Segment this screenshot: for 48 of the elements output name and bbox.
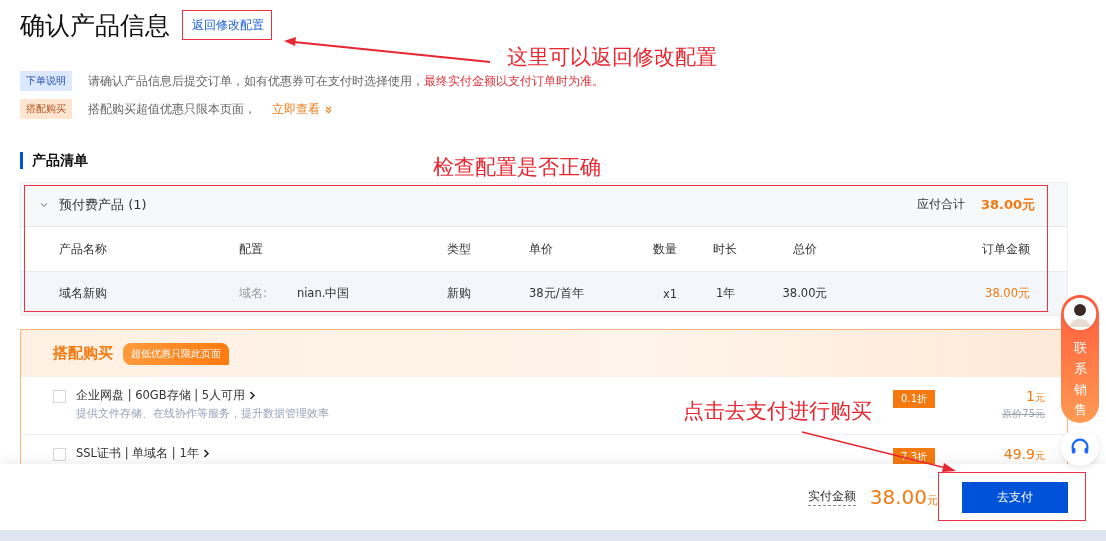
addon-name[interactable]: SSL证书 | 单域名 | 1年 <box>76 446 210 461</box>
table-cell-text: 38元/首年 <box>529 286 585 301</box>
addon-description: 提供文件存储、在线协作等服务，提升数据管理效率 <box>76 406 329 421</box>
contact-label: 联系销售 <box>1073 339 1087 420</box>
table-cell-text: 新购 <box>447 286 472 301</box>
column-header: 单价 <box>529 241 554 257</box>
notice-tag: 搭配购买 <box>20 99 72 119</box>
column-header: 总价 <box>792 241 818 257</box>
total-amount: 38.00元 <box>980 195 1035 214</box>
original-price: 原价75元 <box>1002 407 1045 421</box>
table-cell-text: 1年 <box>715 286 737 301</box>
pay-button[interactable]: 去支付 <box>962 481 1068 513</box>
group-label: 预付费产品 (1) <box>59 195 148 214</box>
addon-badge: 超低优惠只限此页面 <box>123 342 229 365</box>
notice-text: 请确认产品信息后提交订单，如有优惠券可在支付时选择使用，最终实付金额以支付订单时为准。 <box>88 73 604 89</box>
table-cell-text: 38.00元 <box>984 286 1030 301</box>
table-cell-text: 38.00元 <box>781 286 829 301</box>
annotation-text: 点击去支付进行购买 <box>683 398 872 425</box>
table-cell-text: 域名新购 <box>59 286 108 301</box>
addon-price: 49.9元 <box>1003 446 1045 463</box>
notice-text: 搭配购买超值优惠只限本页面， <box>88 101 256 117</box>
back-link[interactable]: 返回修改配置 <box>192 16 264 34</box>
addon-price: 1元 <box>1026 388 1045 405</box>
chevron-icon[interactable] <box>249 391 257 400</box>
checkbox[interactable] <box>53 390 66 403</box>
addon-title: 搭配购买 <box>53 344 113 363</box>
checkbox[interactable] <box>53 448 66 461</box>
column-header: 配置 <box>239 241 264 257</box>
column-header: 数量 <box>652 241 677 257</box>
column-header: 订单金额 <box>981 241 1030 257</box>
config-value: nian.中国 <box>296 286 350 301</box>
config-label: 域名: <box>239 286 267 301</box>
double-chevron-icon[interactable] <box>324 104 333 114</box>
table-cell-text: x1 <box>661 286 677 301</box>
notice-tag: 下单说明 <box>20 71 72 91</box>
column-header: 类型 <box>447 241 472 257</box>
amount-label: 实付金额 <box>807 488 856 506</box>
discount-tag: 0.1折 <box>893 390 935 408</box>
column-header: 产品名称 <box>59 241 108 257</box>
annotation-text: 这里可以返回修改配置 <box>507 44 717 71</box>
page-title: 确认产品信息 <box>20 9 170 42</box>
total-label: 应付合计 <box>916 196 965 213</box>
addon-name[interactable]: 企业网盘 | 60GB存储 | 5人可用 <box>76 388 257 403</box>
annotation-text: 检查配置是否正确 <box>433 154 601 181</box>
pay-amount: 38.00元 <box>869 485 938 509</box>
chevron-icon[interactable] <box>202 449 210 458</box>
column-header: 时长 <box>712 241 738 257</box>
group-header[interactable]: 预付费产品 (1) 应付合计 38.00元 <box>21 183 1067 227</box>
